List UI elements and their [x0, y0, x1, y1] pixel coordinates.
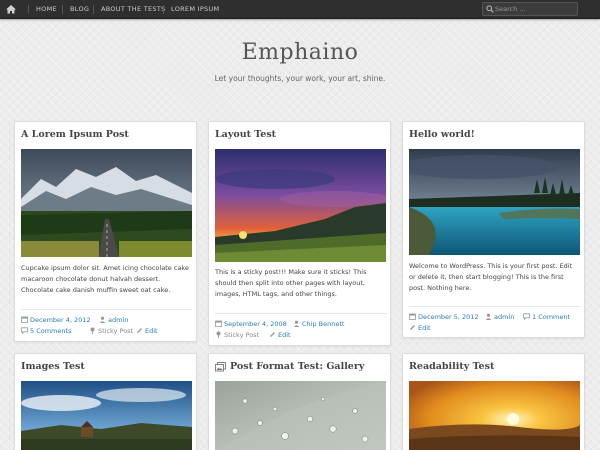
sticky-post-badge: Sticky Post	[215, 330, 259, 340]
sunrise-field-image	[409, 381, 580, 450]
top-navigation-bar: HOME BLOG ABOUT THE TESTS LOREM IPSUM	[0, 0, 600, 19]
post-title[interactable]: Hello world!	[409, 129, 475, 140]
site-title[interactable]: Emphaino	[0, 40, 600, 65]
post-thumbnail[interactable]	[409, 149, 580, 255]
sticky-post-label: Sticky Post	[224, 331, 260, 339]
post-card: Hello world! Welcome to WordPress. This …	[402, 121, 585, 338]
pin-icon	[216, 331, 221, 338]
sticky-post-badge: Sticky Post	[89, 326, 133, 336]
post-date-label: December 5, 2012	[418, 313, 479, 321]
nav-item-blog[interactable]: BLOG	[70, 0, 89, 19]
post-title[interactable]: Images Test	[21, 361, 85, 372]
post-author[interactable]: admin	[485, 312, 514, 322]
post-date-label: December 4, 2012	[30, 316, 91, 324]
post-author[interactable]: admin	[99, 315, 128, 325]
post-excerpt: Welcome to WordPress. This is your first…	[409, 262, 573, 292]
post-comments-link[interactable]: 5 Comments	[21, 326, 71, 336]
nav-item-about-the-tests[interactable]: ABOUT THE TESTS	[101, 0, 166, 19]
edit-label: Edit	[145, 327, 158, 335]
post-comments-label: 5 Comments	[30, 327, 72, 335]
post-thumbnail[interactable]	[409, 381, 580, 450]
post-date[interactable]: September 4, 2008	[215, 319, 287, 329]
home-icon[interactable]	[5, 3, 17, 15]
post-date[interactable]: December 4, 2012	[21, 315, 91, 325]
post-date-label: September 4, 2008	[224, 320, 287, 328]
search-icon	[486, 5, 494, 13]
post-thumbnail[interactable]	[21, 149, 192, 257]
post-author-label: Chip Bennett	[302, 320, 345, 328]
sunset-landscape-image	[215, 149, 386, 262]
post-card: Readability Test	[402, 353, 585, 450]
edit-label: Edit	[418, 324, 431, 332]
edit-link[interactable]: Edit	[136, 326, 158, 336]
post-card: Layout Test This is a sticky post!!! Mak…	[208, 121, 391, 346]
gallery-icon	[215, 362, 226, 372]
calendar-icon	[215, 320, 222, 327]
post-author-label: admin	[108, 316, 129, 324]
post-author[interactable]: Chip Bennett	[293, 319, 344, 329]
post-card: Images Test	[14, 353, 197, 450]
nav-divider	[62, 5, 63, 14]
mountain-road-image	[21, 149, 192, 257]
nav-item-lorem-ipsum[interactable]: LOREM IPSUM	[171, 0, 219, 19]
post-card: Post Format Test: Gallery	[208, 353, 391, 450]
meta-divider	[21, 309, 192, 310]
post-title[interactable]: Layout Test	[215, 129, 276, 140]
post-excerpt: This is a sticky post!!! Make sure it st…	[215, 268, 367, 298]
post-thumbnail[interactable]	[215, 149, 386, 262]
nav-item-home[interactable]: HOME	[36, 0, 57, 19]
water-drops-image	[215, 381, 386, 450]
user-icon	[99, 316, 106, 323]
search-box[interactable]	[482, 2, 578, 16]
post-comments-link[interactable]: 1 Comment	[523, 312, 570, 322]
post-title[interactable]: Post Format Test: Gallery	[230, 361, 364, 372]
post-card: A Lorem Ipsum Post Cupcake ipsum dolor s…	[14, 121, 197, 342]
post-title[interactable]: A Lorem Ipsum Post	[21, 129, 129, 140]
user-icon	[293, 320, 300, 327]
user-icon	[485, 313, 492, 320]
nav-divider	[163, 5, 164, 14]
post-title[interactable]: Readability Test	[409, 361, 494, 372]
post-comments-label: 1 Comment	[532, 313, 571, 321]
site-tagline: Let your thoughts, your work, your art, …	[214, 74, 386, 83]
comment-icon	[523, 313, 530, 321]
search-input[interactable]	[495, 3, 575, 15]
meta-divider	[215, 313, 386, 314]
edit-link[interactable]: Edit	[409, 323, 431, 333]
nav-divider	[93, 5, 94, 14]
post-thumbnail[interactable]	[21, 381, 192, 450]
post-author-label: admin	[494, 313, 515, 321]
pencil-icon	[270, 332, 275, 337]
church-landscape-image	[21, 381, 192, 450]
pin-icon	[90, 327, 95, 334]
nav-divider	[28, 5, 29, 14]
edit-link[interactable]: Edit	[269, 330, 291, 340]
post-excerpt: Cupcake ipsum dolor sit. Amet icing choc…	[21, 264, 189, 294]
post-date[interactable]: December 5, 2012	[409, 312, 479, 322]
sticky-post-label: Sticky Post	[98, 327, 134, 335]
comment-icon	[21, 327, 28, 335]
edit-label: Edit	[278, 331, 291, 339]
meta-divider	[409, 306, 580, 307]
pencil-icon	[410, 325, 415, 330]
post-thumbnail[interactable]	[215, 381, 386, 450]
lake-landscape-image	[409, 149, 580, 255]
pencil-icon	[137, 328, 142, 333]
calendar-icon	[21, 316, 28, 323]
calendar-icon	[409, 313, 416, 320]
